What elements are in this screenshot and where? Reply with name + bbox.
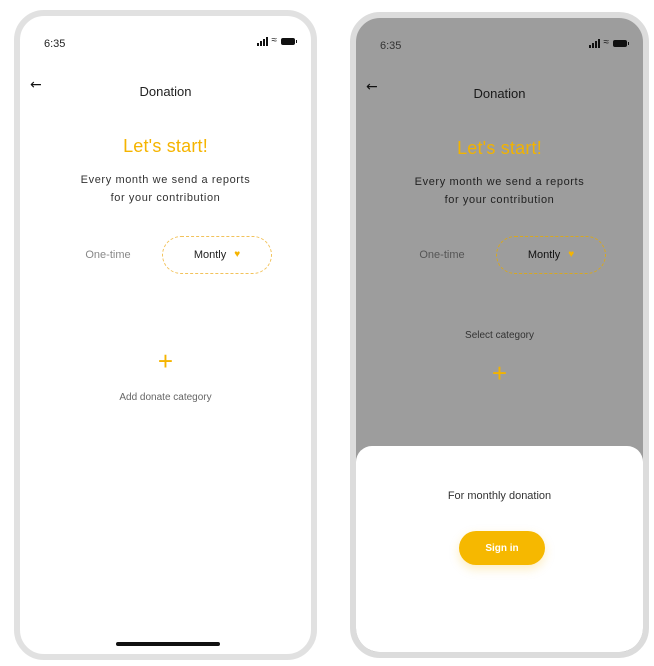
- add-category-plus-icon[interactable]: +: [356, 360, 643, 386]
- wifi-icon: ≈: [603, 37, 610, 48]
- wifi-icon: ≈: [271, 35, 278, 46]
- status-icons: ≈: [256, 35, 297, 46]
- page-title: Donation: [473, 86, 526, 101]
- status-bar: 6:35 ≈: [20, 16, 311, 56]
- phone-screen-donation-signin: 6:35 ≈ ← Donation Let's start! Every mon…: [350, 12, 649, 658]
- home-indicator: [116, 642, 220, 646]
- subtitle-line-1: Every month we send a reports: [414, 176, 585, 188]
- subtitle: Every month we send a reports for your c…: [356, 173, 643, 209]
- phone-screen-donation: 6:35 ≈ ← Donation Let's start! Every mon…: [14, 10, 317, 660]
- heading: Let's start!: [457, 138, 542, 158]
- toggle-monthly-label: Montly: [527, 249, 561, 261]
- heart-icon: ♥: [234, 249, 241, 260]
- subtitle-line-1: Every month we send a reports: [80, 174, 251, 186]
- sign-in-button[interactable]: Sign in: [459, 531, 545, 565]
- battery-icon: [613, 39, 629, 47]
- page-title: Donation: [139, 84, 192, 99]
- toggle-monthly[interactable]: Montly ♥: [162, 236, 272, 274]
- subtitle: Every month we send a reports for your c…: [20, 171, 311, 207]
- toggle-one-time-label: One-time: [85, 249, 131, 261]
- status-time: 6:35: [380, 40, 402, 52]
- signin-bottom-sheet: For monthly donation Sign in: [356, 446, 643, 652]
- heading: Let's start!: [123, 136, 208, 156]
- status-icons: ≈: [588, 37, 629, 48]
- frequency-toggle: One-time Montly ♥: [392, 236, 608, 274]
- battery-icon: [281, 37, 297, 45]
- heart-icon: ♥: [568, 249, 575, 260]
- screenshot-canvas: 6:35 ≈ ← Donation Let's start! Every mon…: [0, 0, 654, 666]
- subtitle-line-2: for your contribution: [110, 192, 221, 204]
- subtitle-line-2: for your contribution: [444, 194, 555, 206]
- add-category-plus-icon[interactable]: +: [20, 348, 311, 374]
- sheet-message: For monthly donation: [447, 490, 552, 502]
- select-category-caption: Select category: [465, 330, 534, 341]
- status-bar: 6:35 ≈: [356, 18, 643, 58]
- toggle-monthly-label: Montly: [193, 249, 227, 261]
- toggle-one-time[interactable]: One-time: [392, 236, 492, 274]
- frequency-toggle: One-time Montly ♥: [58, 236, 274, 274]
- toggle-one-time-label: One-time: [419, 249, 465, 261]
- toggle-one-time[interactable]: One-time: [58, 236, 158, 274]
- toggle-monthly[interactable]: Montly ♥: [496, 236, 606, 274]
- status-time: 6:35: [44, 38, 66, 50]
- add-category-caption[interactable]: Add donate category: [20, 392, 311, 403]
- signal-icon: [256, 36, 268, 46]
- signal-icon: [588, 38, 600, 48]
